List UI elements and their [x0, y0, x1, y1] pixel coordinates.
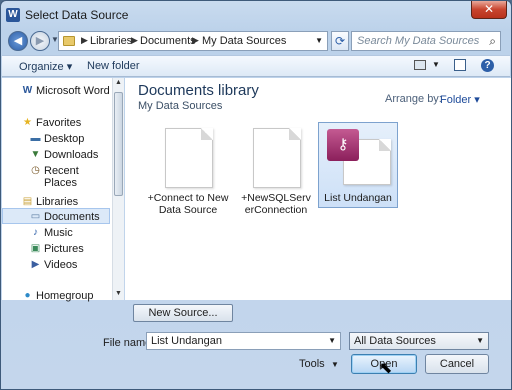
dialog-window: W Select Data Source ✕ ◀ ▶ ▼ ▶ Libraries…	[0, 0, 512, 390]
file-name-dropdown-icon[interactable]: ▼	[328, 336, 336, 345]
access-database-icon: ⚷	[327, 129, 359, 161]
nav-item-desktop[interactable]: ▬ Desktop	[2, 131, 112, 147]
star-icon: ★	[23, 117, 32, 128]
new-source-button[interactable]: New Source...	[133, 304, 233, 322]
file-list-pane: Documents library My Data Sources Arrang…	[125, 78, 511, 300]
breadcrumb-documents[interactable]: Documents	[140, 35, 196, 47]
organize-menu[interactable]: Organize ▾	[19, 60, 72, 73]
nav-item-recent-places[interactable]: ◷ Recent Places	[2, 163, 112, 189]
file-type-filter[interactable]: All Data Sources ▼	[349, 332, 489, 350]
word-app-icon: W	[6, 8, 20, 22]
documents-icon: ▭	[30, 211, 41, 222]
tools-dropdown-icon[interactable]: ▼	[331, 360, 339, 369]
filter-dropdown-icon[interactable]: ▼	[476, 336, 484, 345]
document-icon	[165, 128, 213, 188]
nav-scrollbar[interactable]: ▲ ▼	[112, 78, 124, 300]
search-icon[interactable]: ⌕	[489, 34, 496, 49]
nav-item-videos[interactable]: ▶ Videos	[2, 257, 112, 273]
refresh-button[interactable]: ⟳	[331, 31, 349, 51]
homegroup-icon: ●	[24, 290, 31, 301]
breadcrumb-separator-icon[interactable]: ▶	[81, 35, 88, 46]
breadcrumb-libraries[interactable]: Libraries	[90, 35, 132, 47]
view-dropdown-icon[interactable]: ▼	[432, 60, 440, 69]
nav-item-favorites[interactable]: ★ Favorites	[2, 115, 112, 131]
title-bar[interactable]: W Select Data Source ✕	[1, 1, 511, 29]
libraries-icon: ▤	[22, 196, 33, 207]
nav-item-downloads[interactable]: ▼ Downloads	[2, 147, 112, 163]
folder-icon	[63, 36, 75, 46]
scrollbar-thumb[interactable]	[114, 92, 123, 196]
file-name-label: +Connect to New Data Source	[147, 192, 229, 216]
nav-item-music[interactable]: ♪ Music	[2, 225, 112, 241]
nav-item-homegroup[interactable]: ● Homegroup	[2, 288, 112, 304]
word-icon: W	[22, 85, 33, 96]
arrange-by-dropdown[interactable]: Folder ▾	[440, 93, 480, 106]
desktop-icon: ▬	[30, 133, 41, 144]
breadcrumb-separator-icon[interactable]: ▶	[131, 35, 138, 46]
file-name-label: +NewSQLServerConnection	[241, 192, 311, 216]
file-item[interactable]: +NewSQLServerConnection	[235, 123, 317, 215]
help-icon[interactable]: ?	[481, 59, 494, 72]
file-name-value[interactable]: List Undangan	[151, 335, 222, 347]
library-title: Documents library	[138, 82, 259, 99]
nav-item-pictures[interactable]: ▣ Pictures	[2, 241, 112, 257]
close-button[interactable]: ✕	[471, 1, 507, 19]
file-item[interactable]: +Connect to New Data Source	[147, 123, 229, 215]
music-icon: ♪	[33, 227, 38, 238]
search-placeholder: Search My Data Sources	[357, 35, 480, 47]
videos-icon: ▶	[31, 259, 40, 270]
back-button[interactable]: ◀	[8, 31, 28, 51]
forward-button[interactable]: ▶	[30, 31, 50, 51]
cancel-button[interactable]: Cancel	[425, 354, 489, 374]
address-dropdown-icon[interactable]: ▼	[315, 36, 323, 45]
new-folder-button[interactable]: New folder	[87, 60, 140, 72]
breadcrumb-separator-icon[interactable]: ▶	[192, 35, 199, 46]
file-name-input[interactable]: List Undangan ▼	[146, 332, 341, 350]
file-type-value: All Data Sources	[354, 335, 436, 347]
file-item-selected[interactable]: ⚷ List Undangan	[318, 122, 398, 208]
command-toolbar: Organize ▾ New folder ▼ ?	[2, 55, 510, 77]
address-bar[interactable]: ▶ Libraries ▶ Documents ▶ My Data Source…	[58, 31, 328, 51]
navigation-pane: W Microsoft Word ★ Favorites ▬ Desktop ▼…	[2, 78, 124, 302]
scroll-up-icon[interactable]: ▲	[115, 79, 122, 86]
downloads-icon: ▼	[30, 149, 41, 160]
nav-item-microsoft-word[interactable]: W Microsoft Word	[2, 83, 112, 99]
library-subtitle: My Data Sources	[138, 100, 223, 112]
file-name-label: List Undangan	[324, 192, 392, 204]
search-input[interactable]: Search My Data Sources ⌕	[351, 31, 501, 51]
recent-places-icon: ◷	[31, 165, 40, 176]
nav-item-documents[interactable]: ▭ Documents	[2, 208, 110, 224]
document-icon	[253, 128, 301, 188]
preview-pane-icon[interactable]	[454, 59, 466, 71]
pictures-icon: ▣	[30, 243, 41, 254]
window-title: Select Data Source	[25, 8, 129, 22]
mouse-cursor-icon: ⬉	[379, 360, 393, 377]
breadcrumb-my-data-sources[interactable]: My Data Sources	[202, 35, 286, 47]
tools-menu[interactable]: Tools	[299, 358, 325, 370]
change-view-icon[interactable]	[414, 60, 426, 70]
scroll-down-icon[interactable]: ▼	[115, 290, 122, 297]
arrange-by-label: Arrange by:	[385, 93, 442, 105]
